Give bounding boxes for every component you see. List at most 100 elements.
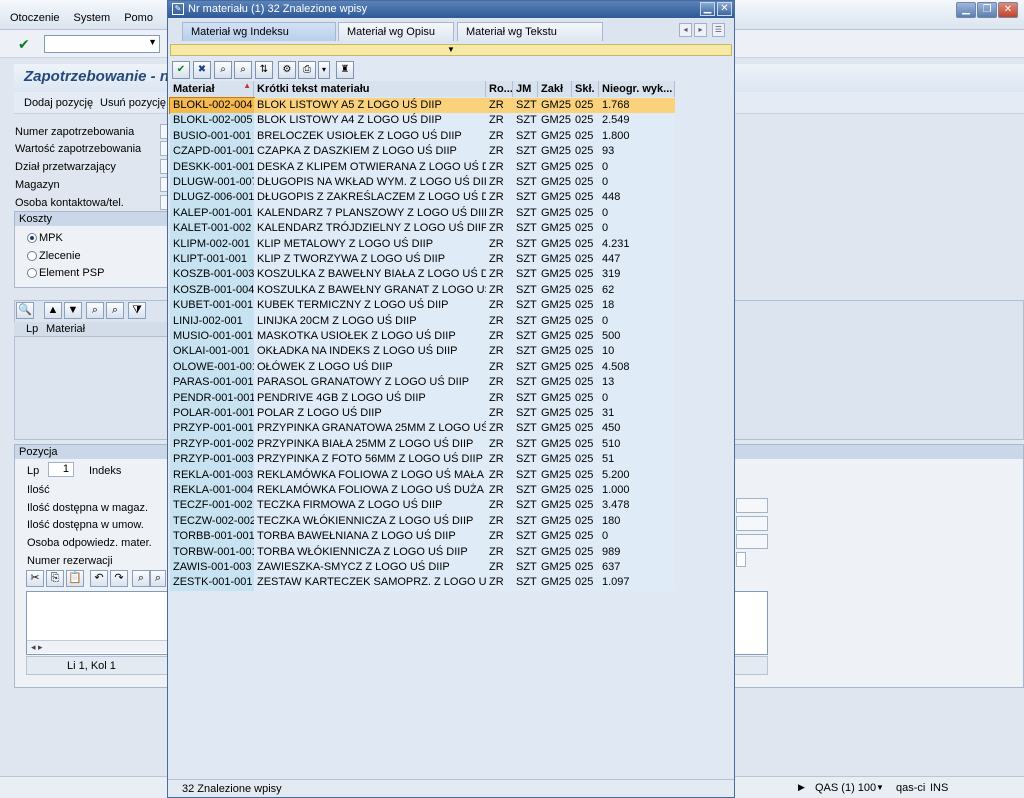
cell-rodzaj[interactable]: ZR [486,421,513,437]
print-icon[interactable]: ⎙ [298,61,316,79]
cell-material[interactable]: KOSZB-001-003 [170,267,254,283]
cell-jm[interactable]: SZT [513,421,538,437]
cell-krotki-tekst[interactable]: MASKOTKA USIOŁEK Z LOGO UŚ DIIP [254,329,486,345]
cell-jm[interactable]: SZT [513,452,538,468]
cell-rodzaj[interactable]: ZR [486,436,513,453]
cell-nieogr-wyk[interactable]: 0 [599,390,675,406]
dialog-minimize-icon[interactable]: ▁ [700,2,715,16]
cell-krotki-tekst[interactable]: OŁÓWEK Z LOGO UŚ DIIP [254,359,486,376]
cell-jm[interactable]: SZT [513,221,538,237]
enter-check-icon[interactable]: ✔ [18,36,34,52]
cell-rodzaj[interactable]: ZR [486,452,513,468]
cell-sklad[interactable]: 025 [572,267,599,283]
find-next-icon[interactable]: ⌕ [234,61,252,79]
table-row[interactable]: ZAWIS-001-003 ZAWIESZKA-SMYCZ Z LOGO UŚ D… [170,560,675,576]
cell-sklad[interactable]: 025 [572,313,599,329]
tab-material-wg-opisu[interactable]: Materiał wg Opisu [338,22,454,41]
find-icon[interactable]: ⌕ [86,302,104,319]
sort-icon[interactable]: ⇅ [255,61,273,79]
confirm-check-icon[interactable]: ✔ [172,61,190,79]
cell-jm[interactable]: SZT [513,375,538,391]
cell-nieogr-wyk[interactable]: 1.800 [599,128,675,145]
cell-sklad[interactable]: 025 [572,575,599,591]
cell-krotki-tekst[interactable]: TORBA WŁÓKIENNICZA Z LOGO UŚ DIIP [254,544,486,560]
cell-material[interactable]: PENDR-001-001 [170,390,254,406]
cell-sklad[interactable]: 025 [572,390,599,406]
cell-nieogr-wyk[interactable]: 4.508 [599,359,675,376]
cell-material[interactable]: CZAPD-001-001 [170,144,254,160]
cell-rodzaj[interactable]: ZR [486,359,513,376]
cell-krotki-tekst[interactable]: POLAR Z LOGO UŚ DIIP [254,406,486,422]
cell-krotki-tekst[interactable]: REKLAMÓWKA FOLIOWA Z LOGO UŚ MAŁA DIIP [254,467,486,483]
table-row[interactable]: KALET-001-002 KALENDARZ TRÓJDZIELNY Z LOG… [170,221,675,237]
cell-material[interactable]: PRZYP-001-003 [170,452,254,468]
cell-nieogr-wyk[interactable]: 0 [599,313,675,329]
cell-jm[interactable]: SZT [513,359,538,376]
cell-rodzaj[interactable]: ZR [486,159,513,175]
cell-jm[interactable]: SZT [513,282,538,299]
copy-icon[interactable]: ⎘ [46,570,64,587]
cell-jm[interactable]: SZT [513,513,538,530]
cell-krotki-tekst[interactable]: KALENDARZ 7 PLANSZOWY Z LOGO UŚ DIIP [254,205,486,222]
cell-sklad[interactable]: 025 [572,544,599,560]
field-right-2[interactable] [736,516,768,531]
find-icon[interactable]: ⌕ [214,61,232,79]
cell-rodzaj[interactable]: ZR [486,483,513,499]
table-row[interactable]: KOSZB-001-003 KOSZULKA Z BAWEŁNY BIAŁA Z … [170,267,675,283]
cell-rodzaj[interactable]: ZR [486,529,513,545]
cell-krotki-tekst[interactable]: KOSZULKA Z BAWEŁNY GRANAT Z LOGO UŚ DIIP [254,282,486,299]
cell-rodzaj[interactable]: ZR [486,113,513,129]
cell-sklad[interactable]: 025 [572,113,599,129]
cell-nieogr-wyk[interactable]: 2.549 [599,113,675,129]
redo-icon[interactable]: ↷ [110,570,128,587]
cell-rodzaj[interactable]: ZR [486,252,513,268]
cell-krotki-tekst[interactable]: BRELOCZEK USIOŁEK Z LOGO UŚ DIIP [254,128,486,145]
cell-rodzaj[interactable]: ZR [486,375,513,391]
col-header-rodzaj[interactable]: Ro... [486,81,513,97]
cell-rodzaj[interactable]: ZR [486,575,513,591]
cell-nieogr-wyk[interactable]: 0 [599,205,675,222]
table-row[interactable]: PENDR-001-001 PENDRIVE 4GB Z LOGO UŚ DIIP… [170,390,675,406]
cell-zaklad[interactable]: GM25 [538,344,572,360]
cell-material[interactable]: TORBB-001-001 [170,529,254,545]
cell-material[interactable]: DLUGW-001-007 [170,175,254,191]
cell-krotki-tekst[interactable]: ZAWIESZKA-SMYCZ Z LOGO UŚ DIIP [254,560,486,576]
cell-nieogr-wyk[interactable]: 3.478 [599,498,675,514]
cell-rodzaj[interactable]: ZR [486,544,513,560]
cell-nieogr-wyk[interactable]: 1.097 [599,575,675,591]
cell-nieogr-wyk[interactable]: 13 [599,375,675,391]
cell-nieogr-wyk[interactable]: 1.768 [599,98,675,114]
cell-krotki-tekst[interactable]: TORBA BAWEŁNIANA Z LOGO UŚ DIIP [254,529,486,545]
table-row[interactable]: KUBET-001-001 KUBEK TERMICZNY Z LOGO UŚ D… [170,298,675,314]
cell-rodzaj[interactable]: ZR [486,282,513,299]
cell-sklad[interactable]: 025 [572,467,599,483]
table-row[interactable]: DLUGZ-006-001 DŁUGOPIS Z ZAKREŚLACZEM Z L… [170,190,675,206]
tab-material-wg-indeksu[interactable]: Materiał wg Indeksu [182,22,336,41]
cell-sklad[interactable]: 025 [572,128,599,145]
cell-zaklad[interactable]: GM25 [538,144,572,160]
tab-material-wg-tekstu-kontroli[interactable]: Materiał wg Tekstu Kontroli [457,22,603,56]
cell-sklad[interactable]: 025 [572,344,599,360]
cell-zaklad[interactable]: GM25 [538,175,572,191]
find-next-icon[interactable]: ⌕ [106,302,124,319]
cell-krotki-tekst[interactable]: PRZYPINKA Z FOTO 56MM Z LOGO UŚ DIIP [254,452,486,468]
cell-material[interactable]: PRZYP-001-001 [170,421,254,437]
cell-jm[interactable]: SZT [513,483,538,499]
system-info[interactable]: QAS (1) 100 [815,782,876,794]
col-header-zaklad[interactable]: Zakł [538,81,572,97]
cell-nieogr-wyk[interactable]: 18 [599,298,675,314]
maximize-icon[interactable]: ❐ [977,2,997,18]
cell-zaklad[interactable]: GM25 [538,513,572,530]
radio-mpk[interactable] [27,233,37,243]
cell-zaklad[interactable]: GM25 [538,190,572,206]
cell-sklad[interactable]: 025 [572,329,599,345]
cell-nieogr-wyk[interactable]: 450 [599,421,675,437]
cell-material[interactable]: KLIPT-001-001 [170,252,254,268]
cell-jm[interactable]: SZT [513,236,538,252]
cell-nieogr-wyk[interactable]: 500 [599,329,675,345]
cell-krotki-tekst[interactable]: PARASOL GRANATOWY Z LOGO UŚ DIIP [254,375,486,391]
cell-material[interactable]: OLOWE-001-001 [170,359,254,376]
table-row[interactable]: PRZYP-001-003 PRZYPINKA Z FOTO 56MM Z LOG… [170,452,675,468]
table-row[interactable]: KALEP-001-001 KALENDARZ 7 PLANSZOWY Z LOG… [170,205,675,222]
cell-sklad[interactable]: 025 [572,560,599,576]
